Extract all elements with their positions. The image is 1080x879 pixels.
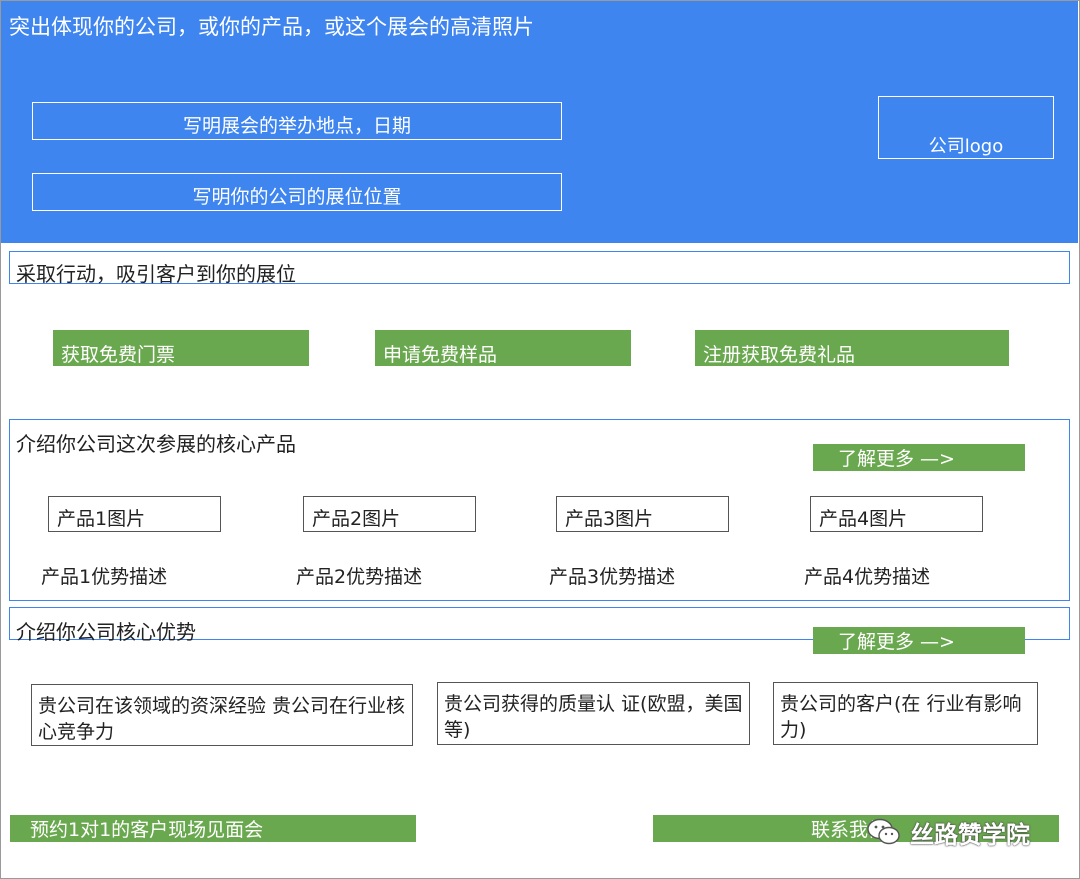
products-more-button[interactable]: 了解更多 —> [813, 444, 1025, 471]
product-2-image[interactable]: 产品2图片 [303, 496, 476, 532]
advantage-certification: 贵公司获得的质量认 证(欧盟，美国等) [437, 682, 750, 745]
advantage-clients: 贵公司的客户(在 行业有影响力) [773, 682, 1038, 745]
wechat-icon [867, 818, 900, 845]
advantages-more-button[interactable]: 了解更多 —> [813, 627, 1025, 654]
hero-title: 突出体现你的公司，或你的产品，或这个展会的高清照片 [9, 15, 534, 39]
free-gift-button[interactable]: 注册获取免费礼品 [695, 330, 1009, 366]
free-ticket-button[interactable]: 获取免费门票 [53, 330, 309, 366]
products-heading: 介绍你公司这次参展的核心产品 [16, 432, 296, 456]
free-sample-button[interactable]: 申请免费样品 [375, 330, 631, 366]
product-2-desc: 产品2优势描述 [296, 566, 423, 588]
advantages-heading: 介绍你公司核心优势 [16, 620, 196, 644]
product-1-image[interactable]: 产品1图片 [48, 496, 221, 532]
advantage-experience: 贵公司在该领域的资深经验 贵公司在行业核心竞争力 [31, 684, 413, 746]
product-3-image[interactable]: 产品3图片 [556, 496, 729, 532]
product-4-desc: 产品4优势描述 [804, 566, 931, 588]
watermark: 丝路赞学院 [866, 814, 1030, 850]
company-logo-box: 公司logo [878, 96, 1054, 159]
book-meeting-button[interactable]: 预约1对1的客户现场见面会 [10, 815, 416, 842]
action-heading: 采取行动，吸引客户到你的展位 [16, 262, 296, 286]
product-3-desc: 产品3优势描述 [549, 566, 676, 588]
product-1-desc: 产品1优势描述 [41, 566, 168, 588]
hero-banner: 突出体现你的公司，或你的产品，或这个展会的高清照片 写明展会的举办地点，日期 写… [1, 1, 1078, 243]
booth-location-box: 写明你的公司的展位位置 [32, 173, 562, 211]
watermark-text: 丝路赞学院 [910, 820, 1030, 849]
venue-date-box: 写明展会的举办地点，日期 [32, 102, 562, 140]
product-4-image[interactable]: 产品4图片 [810, 496, 983, 532]
